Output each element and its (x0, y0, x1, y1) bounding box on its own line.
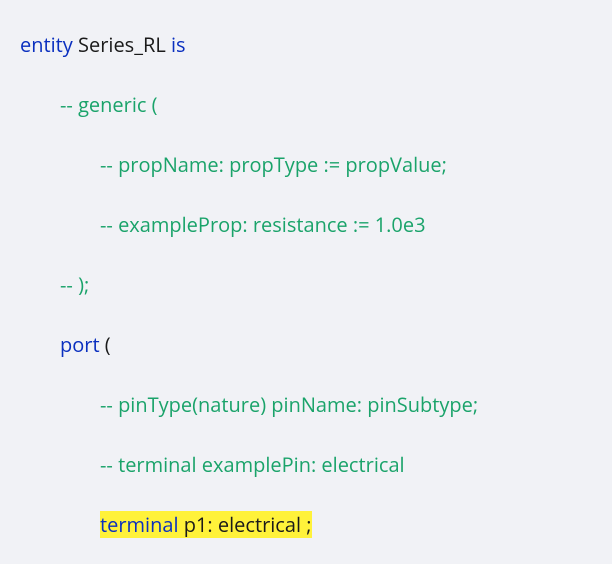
line-pin-hint: -- pinType(nature) pinName: pinSubtype; (20, 390, 612, 420)
line-entity-decl: entity Series_RL is (20, 30, 612, 60)
hl-terminal-p1: terminal p1: electrical ; (100, 511, 312, 538)
line-propname: -- propName: propType := propValue; (20, 150, 612, 180)
line-example-pin: -- terminal examplePin: electrical (20, 450, 612, 480)
space-semi: ; (301, 511, 311, 538)
colon: : (207, 511, 217, 538)
comment: -- propName: propType := propValue; (100, 151, 447, 178)
code-block: entity Series_RL is -- generic ( -- prop… (0, 0, 612, 564)
comment: -- generic ( (60, 91, 158, 118)
open-paren: ( (100, 331, 111, 358)
line-exampleprop: -- exampleProp: resistance := 1.0e3 (20, 210, 612, 240)
line-terminal-p1: terminal p1: electrical ; (20, 510, 612, 540)
id-electrical: electrical (218, 511, 301, 538)
id-series-rl: Series_RL (78, 31, 166, 58)
comment: -- exampleProp: resistance := 1.0e3 (100, 211, 426, 238)
id-p1: p1 (184, 511, 208, 538)
line-port-open: port ( (20, 330, 612, 360)
kw-is: is (171, 31, 186, 58)
kw-entity: entity (20, 31, 73, 58)
kw-terminal: terminal (100, 511, 179, 538)
kw-port: port (60, 331, 100, 358)
comment: -- ); (60, 271, 89, 298)
comment: -- terminal examplePin: electrical (100, 451, 405, 478)
line-generic-close: -- ); (20, 270, 612, 300)
line-generic-open: -- generic ( (20, 90, 612, 120)
comment: -- pinType(nature) pinName: pinSubtype; (100, 391, 478, 418)
